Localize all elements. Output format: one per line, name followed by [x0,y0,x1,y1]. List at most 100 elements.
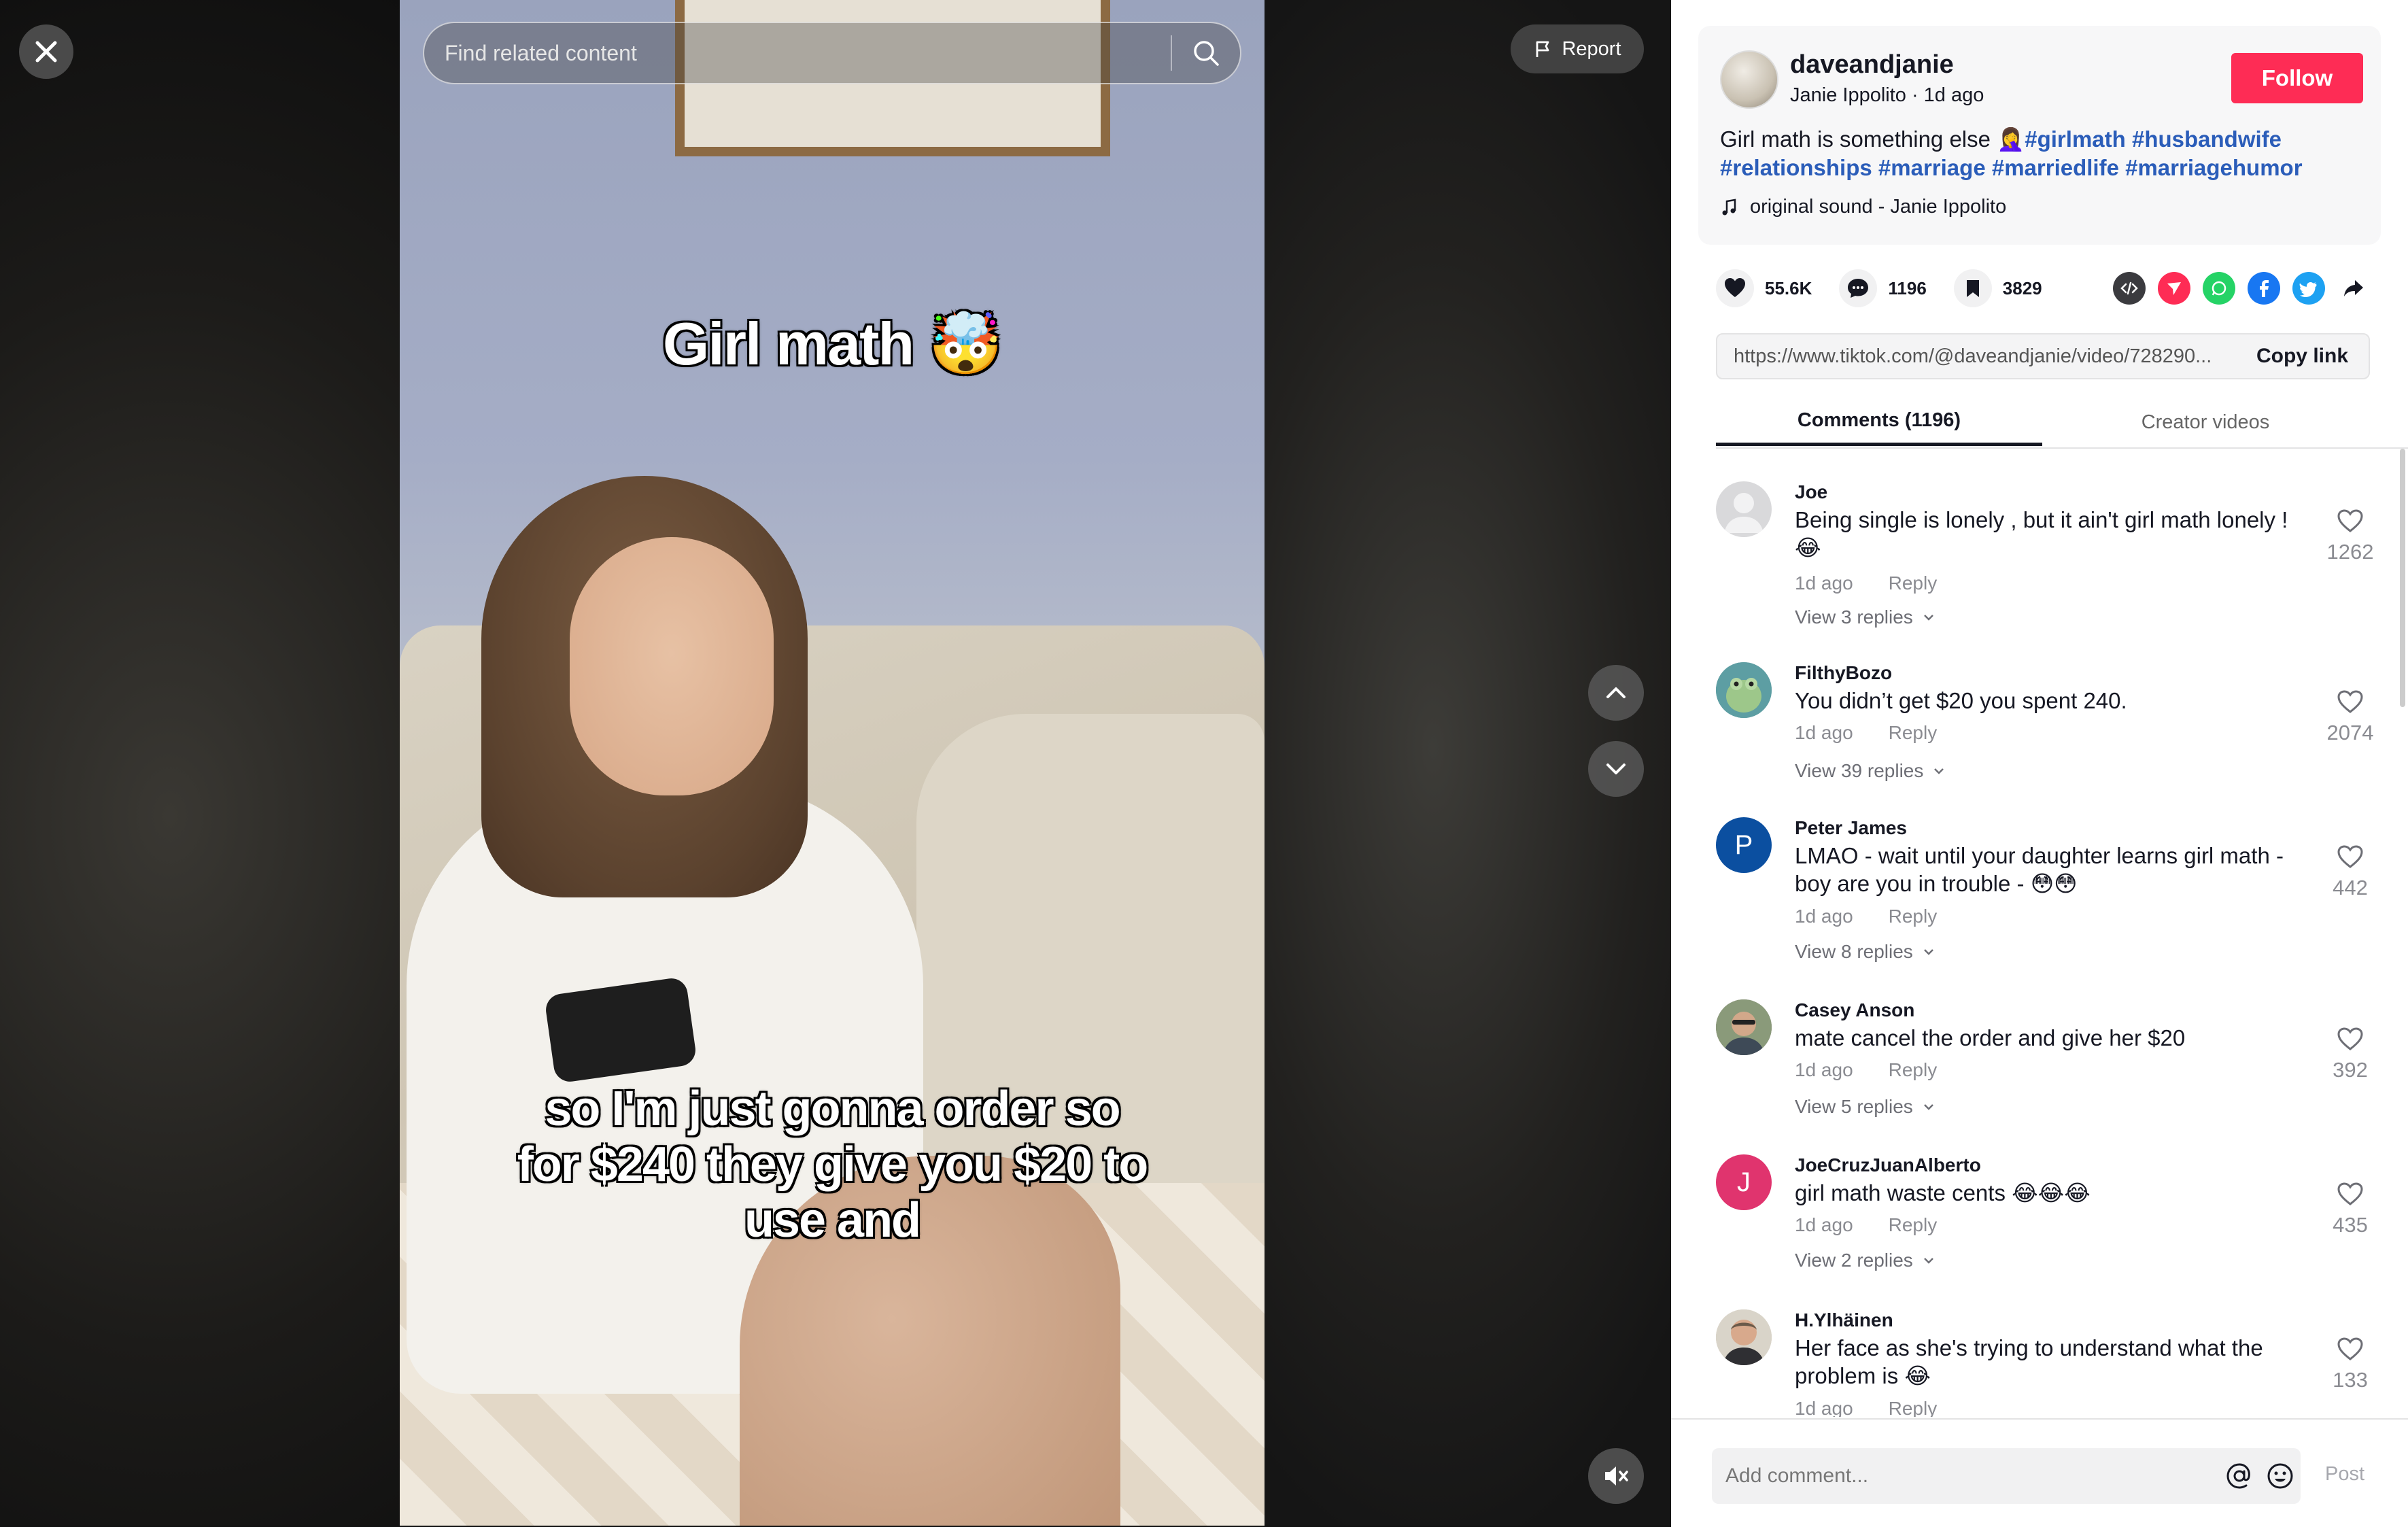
video-link[interactable]: https://www.tiktok.com/@daveandjanie/vid… [1717,345,2236,368]
comment-time: 1d ago [1795,722,1853,743]
facebook-icon[interactable] [2248,272,2280,305]
chevron-down-icon [1923,949,1933,955]
person-face [570,537,774,795]
comment-bubble-icon [1839,269,1878,307]
tab-creator-videos[interactable]: Creator videos [2042,398,2369,446]
view-replies-button[interactable]: View 5 replies [1795,1096,1936,1118]
hashtag-link[interactable]: #girlmath [2025,126,2126,152]
share-icons [2113,272,2370,305]
view-replies-button[interactable]: View 39 replies [1795,760,1946,782]
panel-tabs: Comments (1196) Creator videos [1716,398,2408,449]
follow-button[interactable]: Follow [2231,53,2363,103]
comment-meta: 1d ago Reply [1795,906,1937,927]
send-icon[interactable] [2158,272,2190,305]
heart-outline-icon [2337,690,2363,713]
comment-author[interactable]: Joe [1795,481,1827,503]
comment-author[interactable]: H.Ylhäinen [1795,1309,1893,1331]
comment-text: girl math waste cents 😂😂😂 [1795,1180,2091,1205]
heart-outline-icon [2337,1337,2363,1360]
previous-video-button[interactable] [1588,665,1644,721]
view-replies-button[interactable]: View 3 replies [1795,606,1936,628]
hashtag-link[interactable]: #husbandwife [2132,126,2282,152]
save-stat[interactable]: 3829 [1953,269,2042,307]
reply-button[interactable]: Reply [1889,906,1938,927]
post-button[interactable]: Post [2325,1463,2364,1486]
view-replies-label: View 2 replies [1795,1250,1913,1271]
author-username[interactable]: daveandjanie [1790,50,1954,80]
chevron-down-icon [1923,1104,1933,1110]
comment-text: You didn’t get $20 you spent 240. [1795,688,2127,713]
video-caption-top: Girl math 🤯 [662,310,1003,377]
muted-speaker-icon [1605,1466,1628,1486]
mute-button[interactable] [1588,1448,1644,1504]
comment-avatar[interactable] [1716,1309,1772,1365]
reply-button[interactable]: Reply [1889,1214,1938,1236]
video-link-box: https://www.tiktok.com/@daveandjanie/vid… [1716,333,2370,379]
tab-comments[interactable]: Comments (1196) [1716,398,2042,446]
comment-author[interactable]: Casey Anson [1795,999,1914,1021]
comment-like-button[interactable]: 133 [2313,1337,2388,1392]
default-user-icon [1724,493,1764,533]
comment-stat[interactable]: 1196 [1839,269,1927,307]
hashtag-link[interactable]: #marriage [1878,155,1986,180]
comment-input[interactable] [1712,1464,2219,1488]
comment-meta: 1d ago Reply [1795,722,1937,744]
comment-like-button[interactable]: 392 [2313,1027,2388,1082]
comment-author[interactable]: JoeCruzJuanAlberto [1795,1154,1981,1176]
comments-scrollbar[interactable] [2400,449,2405,707]
at-sign-icon [2226,1463,2250,1489]
mention-button[interactable] [2219,1456,2260,1496]
comment-input-wrapper [1712,1448,2301,1504]
reply-button[interactable]: Reply [1889,1398,1938,1417]
search-button[interactable] [1172,23,1240,83]
view-replies-button[interactable]: View 2 replies [1795,1250,1936,1271]
comment-avatar[interactable]: P [1716,817,1772,873]
comment-avatar[interactable] [1716,662,1772,718]
hashtag-link[interactable]: #marriagehumor [2125,155,2302,180]
comment-like-button[interactable]: 435 [2313,1182,2388,1237]
share-arrow-icon[interactable] [2337,272,2370,305]
comment-avatar[interactable]: J [1716,1154,1772,1210]
comment-like-button[interactable]: 442 [2313,844,2388,900]
report-label: Report [1562,37,1621,60]
close-button[interactable] [19,24,73,79]
reply-button[interactable]: Reply [1889,572,1938,594]
comments-list: Joe Being single is lonely , but it ain'… [1671,449,2408,1417]
heart-outline-icon [2337,509,2363,532]
comment-count: 1196 [1888,277,1927,298]
user-photo-icon [1716,1309,1772,1365]
video-player[interactable]: Girl math 🤯 so I'm just gonna order so f… [400,0,1265,1526]
twitter-icon[interactable] [2292,272,2325,305]
hashtag-link[interactable]: #marriedlife [1992,155,2119,180]
comment-like-button[interactable]: 2074 [2313,689,2388,745]
comment-avatar[interactable] [1716,999,1772,1055]
like-stat[interactable]: 55.6K [1716,269,1812,307]
whatsapp-icon[interactable] [2203,272,2235,305]
comment-composer: Post [1671,1418,2408,1527]
report-button[interactable]: Report [1511,24,1644,73]
video-area: Girl math 🤯 so I'm just gonna order so f… [0,0,1671,1526]
comment-author[interactable]: FilthyBozo [1795,662,1892,684]
embed-icon[interactable] [2113,272,2146,305]
bookmark-icon [1953,269,1992,307]
reply-button[interactable]: Reply [1889,1059,1938,1081]
avatar-letter: P [1734,829,1753,860]
close-icon [35,41,57,63]
comment-like-count: 392 [2333,1058,2368,1082]
comment-author[interactable]: Peter James [1795,817,1907,839]
view-replies-button[interactable]: View 8 replies [1795,941,1936,963]
reply-button[interactable]: Reply [1889,722,1938,744]
next-video-button[interactable] [1588,741,1644,797]
heart-icon [1716,269,1754,307]
comment-meta: 1d ago Reply [1795,1398,1937,1417]
emoji-button[interactable] [2260,1456,2301,1496]
comment-like-button[interactable]: 1262 [2313,509,2388,564]
comment-avatar[interactable] [1716,481,1772,537]
search-input[interactable] [424,39,1171,67]
copy-link-button[interactable]: Copy link [2236,345,2369,368]
sound-link[interactable]: original sound - Janie Ippolito [1720,196,2006,218]
chevron-down-icon [1934,768,1944,774]
search-bar [423,22,1241,84]
hashtag-link[interactable]: #relationships [1720,155,1872,180]
author-avatar[interactable] [1720,50,1778,109]
